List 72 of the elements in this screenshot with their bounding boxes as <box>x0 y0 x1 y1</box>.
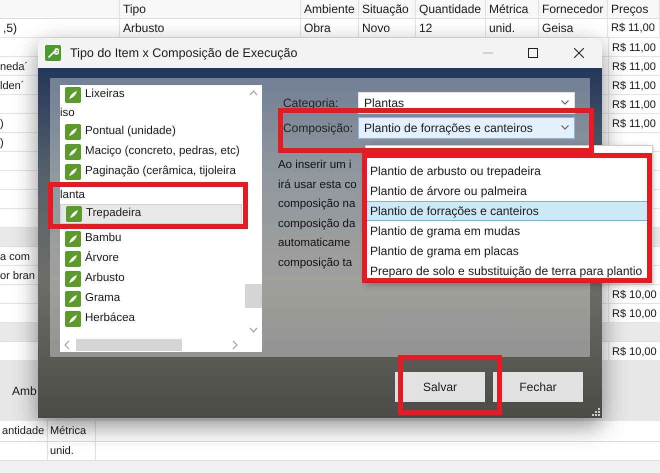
tree-item[interactable]: Herbácea <box>60 309 242 329</box>
field-label: Categoria: <box>283 94 340 112</box>
plant-icon <box>65 164 81 180</box>
resize-grip-icon[interactable] <box>592 408 600 416</box>
tree-item[interactable]: Árvore <box>60 249 242 269</box>
close-icon <box>574 48 584 58</box>
table-cell: lden´ <box>0 80 24 92</box>
dialog-button[interactable]: Salvar <box>395 372 485 402</box>
tree-item[interactable]: Bambu <box>60 229 242 249</box>
tree-group[interactable]: iso <box>60 105 242 122</box>
table-cell: ) <box>0 118 4 130</box>
table-cell: R$ 10,00 <box>612 308 657 320</box>
column-header[interactable]: Métrica <box>486 0 539 18</box>
table-cell: ) <box>0 137 4 149</box>
scrollbar-thumb[interactable] <box>245 284 262 308</box>
chevron-icon <box>561 100 569 105</box>
tree-item[interactable]: Maciço (concreto, pedras, etc) <box>60 142 242 162</box>
plant-icon <box>65 251 81 267</box>
wrench-icon <box>45 45 61 61</box>
table-cell: Obra <box>301 19 359 37</box>
plant-icon <box>66 206 82 222</box>
column-header[interactable]: Fornecedor <box>539 0 608 18</box>
minimize-icon <box>483 52 493 54</box>
maximize-icon <box>528 48 538 58</box>
column-header[interactable]: Ambiente <box>301 0 359 18</box>
arrow-left-icon[interactable] <box>64 340 70 350</box>
column-header[interactable]: Quantidade <box>416 0 486 18</box>
column-header[interactable]: Situação <box>359 0 416 18</box>
table-cell: R$ 10,00 <box>612 346 657 358</box>
scrollbar-thumb[interactable] <box>76 339 182 351</box>
table-cell: neda´ <box>0 61 28 73</box>
table-cell: R$ 11,00 <box>612 118 656 130</box>
table-cell: a com <box>0 251 30 263</box>
field-label: Composição: <box>283 120 354 136</box>
table-cell: R$ 11,00 <box>608 19 660 37</box>
description-text: Ao inserir um i irá usar esta co composição na composição da automaticame composição ta <box>278 158 357 270</box>
tree-group[interactable]: lanta <box>60 187 242 204</box>
table-cell: R$ 10,00 <box>612 289 657 301</box>
plant-icon <box>65 231 81 247</box>
tree-item[interactable]: Paginação (cerâmica, tijoleira <box>60 162 242 182</box>
table-cell: ,5) <box>0 19 120 37</box>
column-header[interactable]: Preços <box>608 0 660 18</box>
plant-icon <box>65 144 81 160</box>
table-cell: R$ 11,00 <box>612 61 656 73</box>
tree-item[interactable]: Pontual (unidade) <box>60 122 242 142</box>
dialog-button[interactable]: Fechar <box>493 372 583 402</box>
table-cell: R$ 11,00 <box>612 42 656 54</box>
tree-item[interactable]: Lixeiras <box>60 85 242 105</box>
tree-item[interactable]: Trepadeira <box>60 204 242 224</box>
table-cell: or bran <box>0 270 35 282</box>
dropdown-field[interactable]: Plantio de forrações e canteiros <box>358 116 575 138</box>
table-cell: unid. <box>48 442 96 460</box>
plant-icon <box>65 311 81 327</box>
chevron-icon <box>561 125 569 130</box>
window-title: Tipo do Item x Composição de Execução <box>70 44 298 62</box>
plant-icon <box>65 124 81 140</box>
tree-item[interactable]: Grama <box>60 289 242 309</box>
table-cell: R$ 11,00 <box>612 99 656 111</box>
table-cell: Geisa <box>539 19 608 37</box>
table-cell: Novo <box>359 19 416 37</box>
column-header[interactable]: Tipo <box>120 0 301 18</box>
arrow-right-icon[interactable] <box>232 340 238 350</box>
table-cell: R$ 11,00 <box>612 80 656 92</box>
plant-icon <box>65 271 81 287</box>
table-cell: unid. <box>486 19 539 37</box>
column-header[interactable]: Métrica <box>48 421 96 441</box>
table-cell: Arbusto <box>120 19 301 37</box>
panel-label: Amb <box>12 383 37 400</box>
tree-item[interactable]: Arbusto <box>60 269 242 289</box>
plant-icon <box>65 291 81 307</box>
column-header[interactable]: antidade <box>0 421 48 441</box>
table-cell: 12 <box>416 19 486 37</box>
